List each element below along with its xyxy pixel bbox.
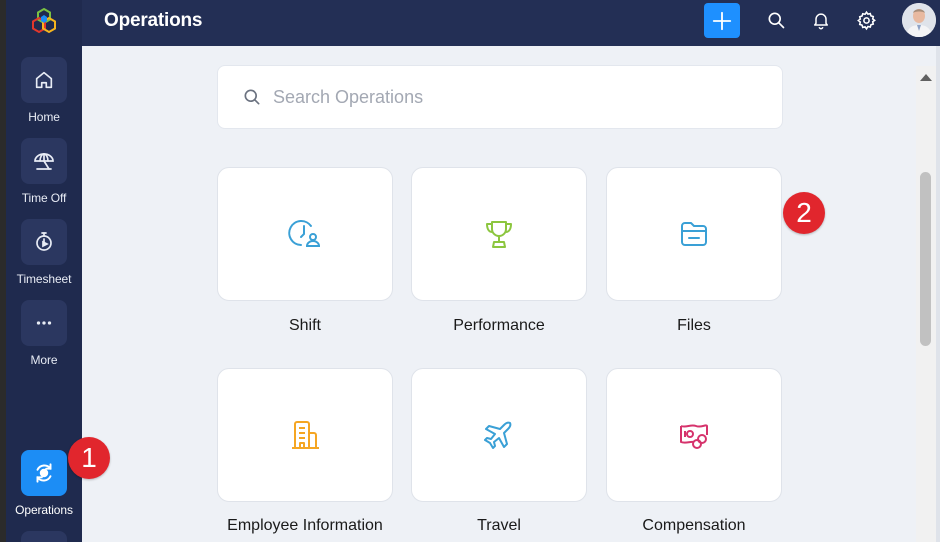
sidebar-item-label: Timesheet [16,272,72,286]
page-title: Operations [104,10,203,31]
scrollbar-thumb[interactable] [920,172,931,346]
beach-umbrella-icon [21,138,67,184]
card-label-employee-information: Employee Information [227,517,383,534]
card-label-shift: Shift [288,317,321,334]
card-travel[interactable] [411,368,587,502]
card-files[interactable] [606,167,782,301]
shift-clock-user-icon [288,220,321,247]
settings-gear-icon[interactable] [855,9,877,31]
search-icon [244,89,260,105]
airplane-icon [484,421,512,449]
stopwatch-icon [21,219,67,265]
window-right-edge [936,46,940,542]
step-badge-2: 2 [783,192,825,234]
card-label-files: Files [677,317,711,334]
card-employee-information[interactable] [217,368,393,502]
user-avatar[interactable] [902,3,936,37]
add-button[interactable] [704,3,740,38]
sidebar-item-label: More [30,353,58,367]
card-compensation[interactable] [606,368,782,502]
card-label-compensation: Compensation [642,517,746,534]
search-icon[interactable] [765,9,787,31]
notification-bell-icon[interactable] [810,9,832,31]
card-label-performance: Performance [453,317,545,334]
card-label-travel: Travel [477,517,521,534]
folder-icon [681,222,707,246]
sidebar-item-label: Operations [15,503,73,517]
sidebar-item-more[interactable]: More [6,300,82,367]
user-photo-icon [902,3,936,37]
trophy-icon [486,221,512,248]
step-badge-1: 1 [68,437,110,479]
search-input[interactable] [273,80,753,114]
top-bar: Operations [82,0,940,46]
building-icon [292,421,319,449]
home-icon [21,57,67,103]
card-shift[interactable] [217,167,393,301]
card-performance[interactable] [411,167,587,301]
sidebar-item-next[interactable] [21,531,67,542]
sidebar-item-label: Home [28,110,60,124]
vertical-scrollbar[interactable] [916,66,936,542]
operations-content: Shift Performance Files Employee Informa… [82,46,916,542]
scroll-up-arrow-icon[interactable] [920,74,932,81]
sidebar-item-home[interactable]: Home [6,57,82,124]
app-logo-icon[interactable] [28,5,60,37]
sidebar-item-label: Time Off [21,191,67,205]
more-dots-icon [21,300,67,346]
sidebar-item-timesheet[interactable]: Timesheet [6,219,82,286]
sidebar-item-time-off[interactable]: Time Off [6,138,82,205]
money-icon [680,424,708,449]
search-box[interactable] [217,65,783,129]
plus-icon [712,11,732,30]
operations-icon [21,450,67,496]
